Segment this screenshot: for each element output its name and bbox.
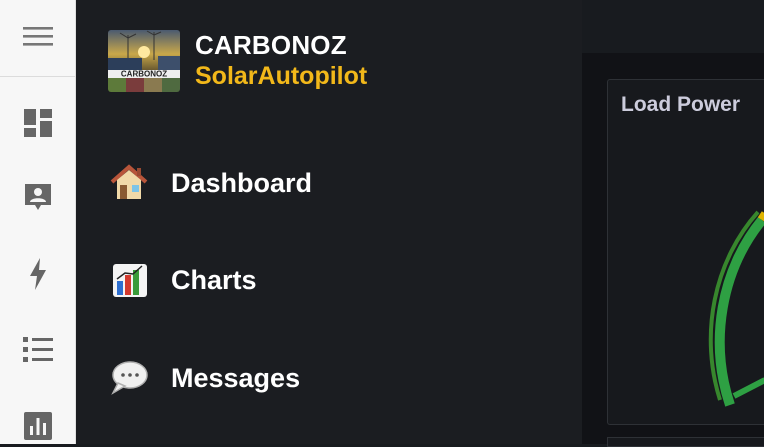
navigation-sidebar: CARBONOZ CARBONOZ SolarAutopilot Dashboa… [76, 0, 582, 444]
nav-item-dashboard[interactable]: Dashboard [108, 160, 312, 206]
dashboard-grid-icon[interactable] [0, 103, 76, 143]
contact-card-icon[interactable] [0, 177, 76, 217]
brand-name: CARBONOZ [195, 30, 347, 60]
house-icon [108, 162, 150, 204]
nav-item-label: Dashboard [171, 167, 313, 198]
carbonoz-logo: CARBONOZ [108, 30, 180, 92]
load-power-gauge [708, 210, 764, 407]
nav-item-messages[interactable]: Messages [108, 355, 300, 401]
icon-rail [0, 0, 76, 444]
hamburger-menu-icon[interactable] [22, 25, 53, 52]
logo-text: CARBONOZ [121, 70, 167, 79]
rail-header [0, 0, 75, 77]
bar-chart-icon[interactable] [0, 406, 76, 446]
load-power-panel[interactable]: Load Power [607, 79, 764, 425]
speech-bubble-icon [108, 357, 150, 399]
secondary-panel [607, 437, 764, 447]
lightning-icon[interactable] [0, 254, 76, 294]
brand: CARBONOZ CARBONOZ SolarAutopilot [108, 30, 367, 92]
brand-subtitle: SolarAutopilot [195, 62, 368, 90]
list-icon[interactable] [0, 330, 76, 370]
brand-text: CARBONOZ SolarAutopilot [195, 30, 367, 92]
nav-item-charts[interactable]: Charts [108, 257, 257, 303]
nav-item-label: Charts [171, 264, 257, 295]
bar-chart-colored-icon [108, 259, 150, 301]
nav-item-label: Messages [171, 362, 301, 393]
